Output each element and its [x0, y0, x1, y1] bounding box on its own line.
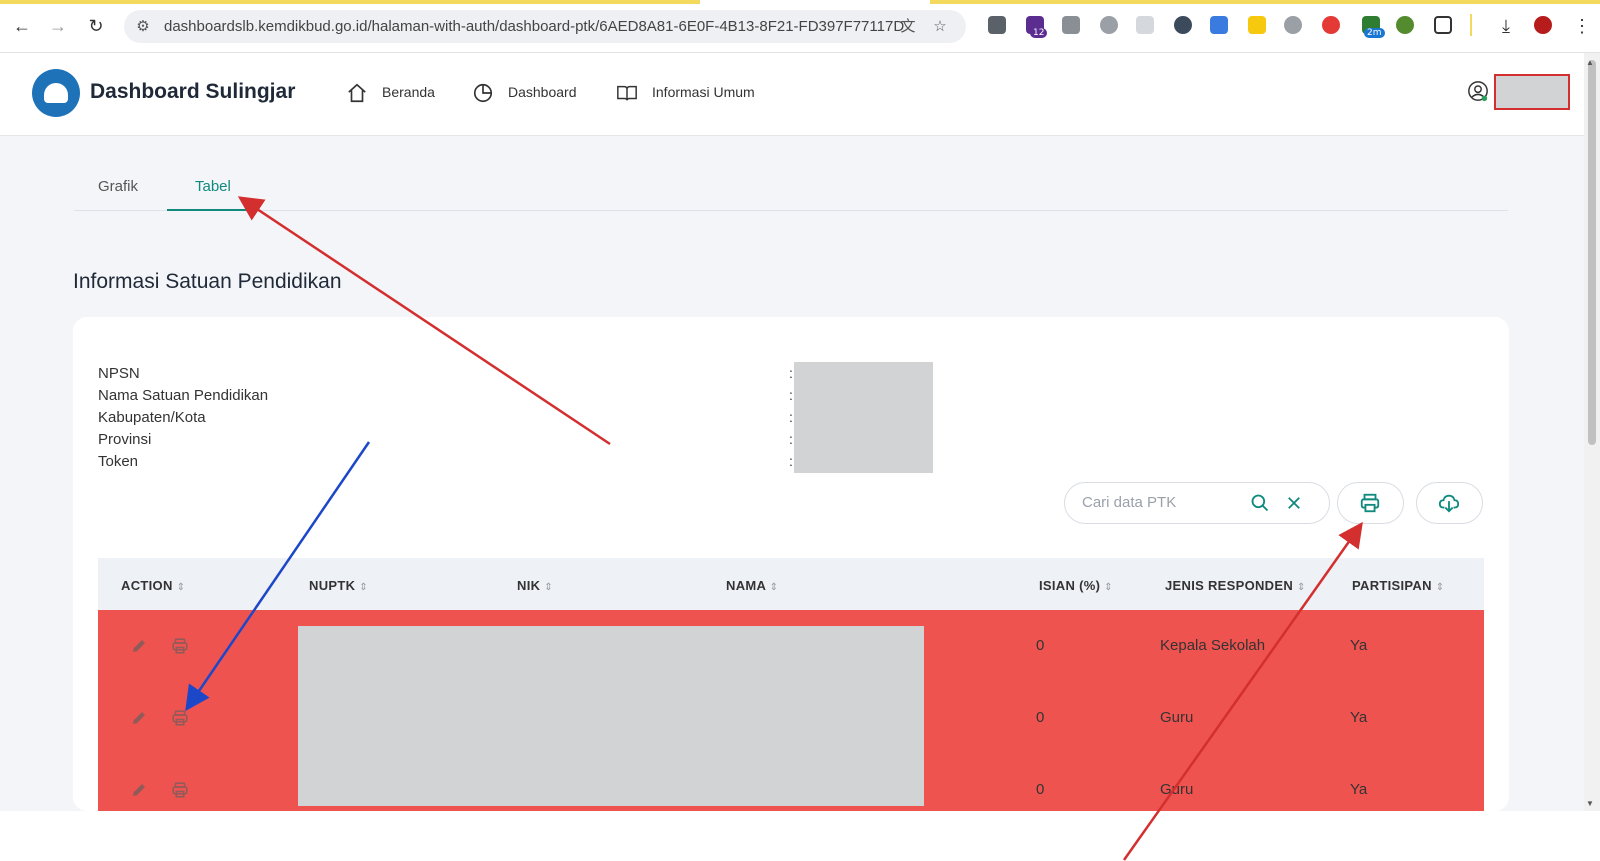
forward-icon[interactable]: → — [46, 14, 70, 38]
bookmark-star-icon[interactable]: ☆ — [929, 16, 951, 38]
label-token: Token — [98, 453, 139, 470]
column-header-jenis-responden[interactable]: JENIS RESPONDEN ⇕ — [1165, 578, 1306, 593]
user-name-redacted[interactable] — [1494, 74, 1570, 110]
extension-cast-icon[interactable] — [1062, 16, 1080, 34]
print-row-icon[interactable] — [171, 709, 189, 727]
search-icon[interactable] — [1250, 493, 1270, 513]
extension-notes-icon[interactable] — [1248, 16, 1266, 34]
tab-strip — [930, 0, 1600, 4]
column-header-nuptk[interactable]: NUPTK ⇕ — [309, 578, 368, 593]
cloud-download-icon — [1438, 494, 1460, 513]
scroll-down-icon[interactable]: ▼ — [1586, 799, 1594, 808]
address-bar[interactable]: ⚙ dashboardslb.kemdikbud.go.id/halaman-w… — [124, 10, 966, 43]
extension-doc-icon[interactable] — [1136, 16, 1154, 34]
column-header-isian[interactable]: ISIAN (%) ⇕ — [1039, 578, 1113, 593]
url-text: dashboardslb.kemdikbud.go.id/halaman-wit… — [164, 18, 905, 35]
extension-link-icon[interactable] — [1284, 16, 1302, 34]
cell-isian: 0 — [1036, 637, 1045, 654]
print-row-icon[interactable] — [171, 781, 189, 799]
bottom-margin — [0, 811, 1600, 861]
column-header-nik[interactable]: NIK ⇕ — [517, 578, 553, 593]
edit-pencil-icon[interactable] — [130, 637, 148, 655]
extension-camera-icon[interactable] — [1100, 16, 1118, 34]
cell-isian: 0 — [1036, 709, 1045, 726]
edit-pencil-icon[interactable] — [130, 781, 148, 799]
toolbar-divider — [1470, 14, 1472, 36]
section-title: Informasi Satuan Pendidikan — [73, 270, 342, 293]
column-header-action[interactable]: ACTION ⇕ — [121, 578, 185, 593]
download-icon[interactable]: ⤓ — [1494, 14, 1518, 38]
label-kabupaten-kota: Kabupaten/Kota — [98, 409, 206, 426]
search-placeholder: Cari data PTK — [1082, 494, 1177, 511]
extension-pokeball-icon[interactable] — [1322, 16, 1340, 34]
site-settings-icon[interactable]: ⚙ — [132, 16, 154, 38]
tab-grafik[interactable]: Grafik — [98, 178, 138, 195]
extensions-puzzle-icon[interactable] — [1434, 16, 1452, 34]
info-colon: : — [789, 409, 793, 425]
printer-icon — [1360, 493, 1380, 513]
profile-avatar-icon[interactable] — [1534, 16, 1552, 34]
info-colon: : — [789, 365, 793, 381]
browser-toolbar: ← → ↻ ⚙ dashboardslb.kemdikbud.go.id/hal… — [0, 0, 1600, 53]
cell-partisipan: Ya — [1350, 781, 1368, 798]
nav-dashboard[interactable]: Dashboard — [508, 84, 577, 100]
active-tab-indicator — [167, 209, 257, 211]
home-icon[interactable] — [346, 82, 368, 104]
cell-partisipan: Ya — [1350, 637, 1368, 654]
edit-pencil-icon[interactable] — [130, 709, 148, 727]
cell-jenis-responden: Guru — [1160, 781, 1194, 798]
info-colon: : — [789, 431, 793, 447]
info-colon: : — [789, 387, 793, 403]
cell-jenis-responden: Guru — [1160, 709, 1194, 726]
back-icon[interactable]: ← — [10, 14, 34, 38]
column-header-nama[interactable]: NAMA ⇕ — [726, 578, 778, 593]
scroll-up-icon[interactable]: ▲ — [1586, 58, 1594, 67]
book-icon[interactable] — [616, 82, 638, 104]
extension-badge: 12 — [1030, 28, 1048, 38]
label-provinsi: Provinsi — [98, 431, 152, 448]
extension-globe-icon[interactable] — [1396, 16, 1414, 34]
extension-tb-icon[interactable] — [988, 16, 1006, 34]
scrollbar-thumb[interactable] — [1588, 60, 1596, 445]
cell-jenis-responden: Kepala Sekolah — [1160, 637, 1266, 654]
tabs-divider — [74, 210, 1508, 211]
nav-informasi-umum[interactable]: Informasi Umum — [652, 84, 755, 100]
browser-menu-icon[interactable]: ⋮ — [1570, 14, 1594, 38]
cell-partisipan: Ya — [1350, 709, 1368, 726]
print-row-icon[interactable] — [171, 637, 189, 655]
info-colon: : — [789, 453, 793, 469]
clear-search-icon[interactable] — [1285, 494, 1303, 512]
brand-title[interactable]: Dashboard Sulingjar — [90, 80, 295, 104]
tab-tabel[interactable]: Tabel — [195, 178, 231, 195]
column-header-partisipan[interactable]: PARTISIPAN ⇕ — [1352, 578, 1444, 593]
nav-beranda[interactable]: Beranda — [382, 84, 435, 100]
label-nama-satuan-pendidikan: Nama Satuan Pendidikan — [98, 387, 269, 404]
extension-badge: 2m — [1364, 28, 1385, 38]
translate-icon[interactable]: 文 — [897, 16, 919, 38]
user-account-icon[interactable] — [1467, 80, 1489, 102]
label-npsn: NPSN — [98, 365, 140, 382]
reload-icon[interactable]: ↻ — [84, 14, 108, 38]
cell-isian: 0 — [1036, 781, 1045, 798]
extension-cursor-icon[interactable] — [1174, 16, 1192, 34]
extension-google-translate-icon[interactable] — [1210, 16, 1228, 34]
tab-strip — [0, 0, 700, 4]
pie-chart-icon[interactable] — [472, 82, 494, 104]
kemdikbud-logo[interactable] — [32, 69, 80, 117]
info-values-redacted — [794, 362, 933, 473]
identity-columns-redacted — [298, 626, 924, 806]
